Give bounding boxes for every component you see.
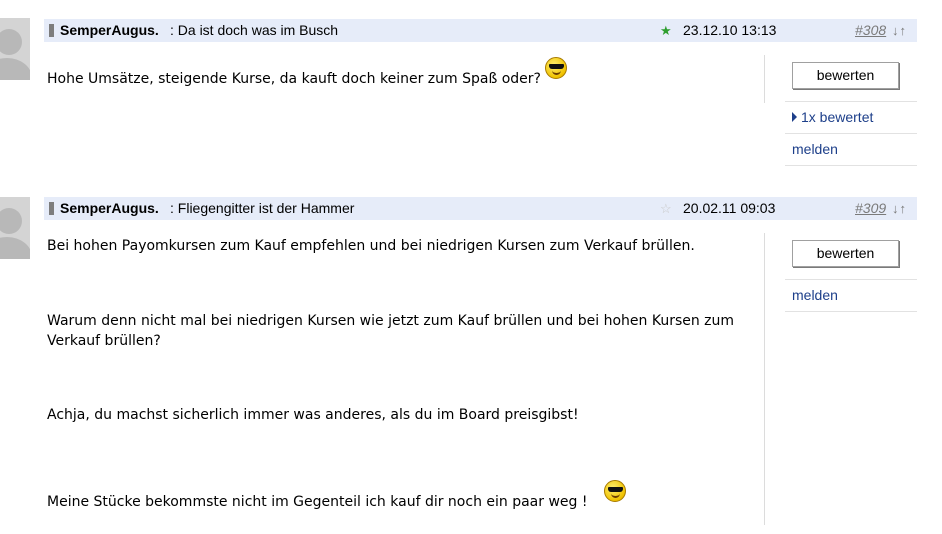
author-name[interactable]: SemperAugus. <box>60 197 159 220</box>
post-number-link[interactable]: #309 <box>855 197 886 220</box>
rated-count-link[interactable]: 1x bewertet <box>792 109 873 125</box>
side-separator <box>785 165 917 166</box>
rated-count-label: 1x bewertet <box>801 109 874 125</box>
side-separator <box>785 101 917 102</box>
post-body-line-2: Warum denn nicht mal bei niedrigen Kurse… <box>47 313 735 349</box>
post-date: 20.02.11 09:03 <box>683 200 776 216</box>
report-link[interactable]: melden <box>792 141 838 157</box>
post-body-line-4: Meine Stücke bekommste nicht im Gegentei… <box>47 480 747 512</box>
avatar-shoulders-icon <box>0 58 30 80</box>
post-body: Hohe Umsätze, steigende Kurse, da kauft … <box>47 57 747 89</box>
rate-button[interactable]: bewerten <box>792 62 899 89</box>
post-date: 23.12.10 13:13 <box>683 22 777 38</box>
post-divider <box>764 55 765 103</box>
post-divider <box>764 233 765 525</box>
post-body-line-3: Achja, du machst sicherlich immer was an… <box>47 407 579 423</box>
post-body-line-1: Bei hohen Payomkursen zum Kauf empfehlen… <box>47 238 695 254</box>
avatar-head-icon <box>0 29 22 55</box>
side-separator <box>785 279 917 280</box>
user-avatar[interactable] <box>0 197 30 259</box>
post-nav-arrows-icon[interactable]: ↓↑ <box>892 197 907 220</box>
post-text-line: Hohe Umsätze, steigende Kurse, da kauft … <box>47 71 541 87</box>
header-marker <box>49 202 54 215</box>
post-nav-arrows-icon[interactable]: ↓↑ <box>892 19 907 42</box>
side-separator <box>785 311 917 312</box>
avatar-head-icon <box>0 208 22 234</box>
post-header: SemperAugus. : Fliegengitter ist der Ham… <box>44 197 917 220</box>
post-text-line: Meine Stücke bekommste nicht im Gegentei… <box>47 494 588 510</box>
rate-button[interactable]: bewerten <box>792 240 899 267</box>
post-header: SemperAugus. : Da ist doch was im Busch … <box>44 19 917 42</box>
cool-smiley-icon <box>603 480 626 502</box>
report-link[interactable]: melden <box>792 287 838 303</box>
post-subject: : Da ist doch was im Busch <box>170 22 339 38</box>
star-outline-icon[interactable]: ☆ <box>660 197 672 220</box>
cool-smiley-icon <box>545 57 568 79</box>
star-icon[interactable]: ★ <box>660 19 672 42</box>
expand-triangle-icon <box>792 112 797 122</box>
post-number-link[interactable]: #308 <box>855 19 886 42</box>
post-subject: : Fliegengitter ist der Hammer <box>170 200 355 216</box>
user-avatar[interactable] <box>0 18 30 80</box>
header-marker <box>49 24 54 37</box>
avatar-shoulders-icon <box>0 237 30 259</box>
side-separator <box>785 133 917 134</box>
author-name[interactable]: SemperAugus. <box>60 19 159 42</box>
